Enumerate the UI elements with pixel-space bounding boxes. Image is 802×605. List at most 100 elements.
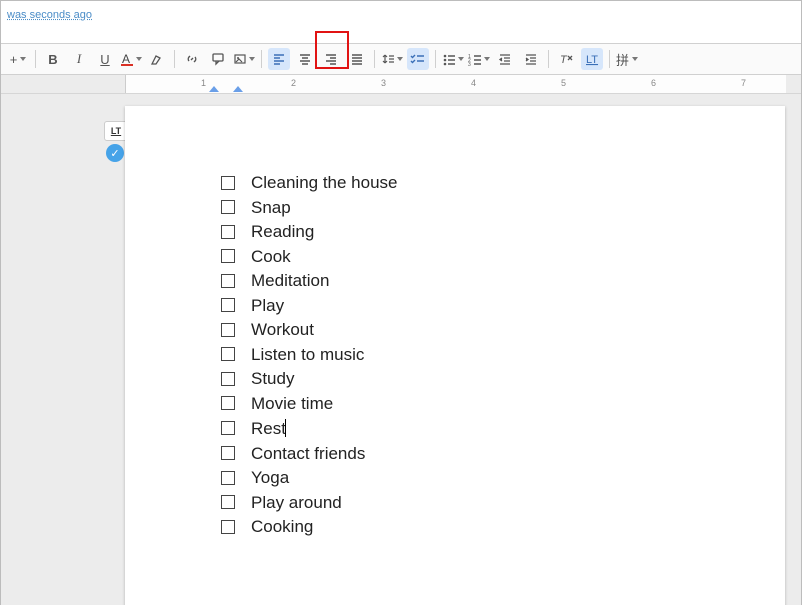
bold-button[interactable]: B: [42, 48, 64, 70]
list-item-label[interactable]: Study: [251, 370, 294, 387]
highlighter-icon: [150, 52, 164, 66]
insert-comment-button[interactable]: [207, 48, 229, 70]
list-item[interactable]: Play: [221, 297, 785, 314]
list-item[interactable]: Contact friends: [221, 445, 785, 462]
bulleted-list-button[interactable]: [442, 48, 464, 70]
ruler-tick: 4: [471, 78, 476, 88]
input-method-button[interactable]: 拼: [616, 48, 638, 70]
list-item-label[interactable]: Cleaning the house: [251, 174, 398, 191]
insert-image-button[interactable]: [233, 48, 255, 70]
insert-button[interactable]: +: [7, 48, 29, 70]
character-formatting-button[interactable]: LT: [581, 48, 603, 70]
numbered-list-button[interactable]: 123: [468, 48, 490, 70]
align-left-icon: [272, 52, 286, 66]
checkbox-icon[interactable]: [221, 396, 235, 410]
list-item[interactable]: Rest: [221, 419, 785, 437]
checkbox-icon[interactable]: [221, 347, 235, 361]
numbered-list-icon: 123: [468, 52, 481, 66]
list-item[interactable]: Reading: [221, 223, 785, 240]
toolbar-separator: [548, 50, 549, 68]
list-item[interactable]: Meditation: [221, 272, 785, 289]
list-item[interactable]: Listen to music: [221, 346, 785, 363]
underline-button[interactable]: U: [94, 48, 116, 70]
list-item[interactable]: Play around: [221, 494, 785, 511]
ruler-tick: 3: [381, 78, 386, 88]
link-icon: [185, 52, 199, 66]
checkbox-icon[interactable]: [221, 471, 235, 485]
list-item-label[interactable]: Workout: [251, 321, 314, 338]
checkbox-icon[interactable]: [221, 520, 235, 534]
list-item[interactable]: Cook: [221, 248, 785, 265]
list-item-label[interactable]: Movie time: [251, 395, 333, 412]
toolbar-separator: [374, 50, 375, 68]
svg-text:3: 3: [468, 62, 471, 66]
text-color-icon: A: [120, 52, 133, 66]
list-item-label[interactable]: Reading: [251, 223, 314, 240]
align-justify-icon: [350, 52, 364, 66]
checkbox-icon[interactable]: [221, 249, 235, 263]
align-right-icon: [324, 52, 338, 66]
list-item-label[interactable]: Contact friends: [251, 445, 365, 462]
list-item-label[interactable]: Play around: [251, 494, 342, 511]
list-item-label[interactable]: Cooking: [251, 518, 313, 535]
list-item[interactable]: Workout: [221, 321, 785, 338]
bulleted-list-icon: [442, 52, 455, 66]
list-item[interactable]: Cooking: [221, 518, 785, 535]
list-item[interactable]: Cleaning the house: [221, 174, 785, 191]
align-center-icon: [298, 52, 312, 66]
list-item[interactable]: Yoga: [221, 469, 785, 486]
ruler-tick: 1: [201, 78, 206, 88]
italic-button[interactable]: I: [68, 48, 90, 70]
text-color-button[interactable]: A: [120, 48, 142, 70]
ruler-tick: 6: [651, 78, 656, 88]
highlight-color-button[interactable]: [146, 48, 168, 70]
checkbox-icon[interactable]: [221, 225, 235, 239]
checkbox-icon[interactable]: [221, 176, 235, 190]
line-spacing-button[interactable]: [381, 48, 403, 70]
toolbar-separator: [609, 50, 610, 68]
decrease-indent-icon: [498, 52, 512, 66]
clear-formatting-button[interactable]: T: [555, 48, 577, 70]
toolbar-separator: [261, 50, 262, 68]
list-item-label[interactable]: Yoga: [251, 469, 289, 486]
list-item-label[interactable]: Listen to music: [251, 346, 364, 363]
align-center-button[interactable]: [294, 48, 316, 70]
decrease-indent-button[interactable]: [494, 48, 516, 70]
checkbox-icon[interactable]: [221, 372, 235, 386]
checkbox-icon[interactable]: [221, 298, 235, 312]
character-formatting-icon: LT: [584, 52, 600, 66]
document-page[interactable]: Cleaning the house Snap Reading Cook Meditat…: [125, 106, 785, 605]
ruler-tick: 2: [291, 78, 296, 88]
check-icon: ✓: [106, 144, 124, 162]
list-item[interactable]: Study: [221, 370, 785, 387]
ruler-tick: 7: [741, 78, 746, 88]
list-item[interactable]: Movie time: [221, 395, 785, 412]
list-item[interactable]: Snap: [221, 199, 785, 216]
checkbox-icon[interactable]: [221, 274, 235, 288]
horizontal-ruler[interactable]: 1 2 3 4 5 6 7: [1, 75, 801, 94]
checklist[interactable]: Cleaning the house Snap Reading Cook Meditat…: [221, 174, 785, 535]
toolbar-separator: [435, 50, 436, 68]
align-justify-button[interactable]: [346, 48, 368, 70]
increase-indent-button[interactable]: [520, 48, 542, 70]
language-tool-badge[interactable]: LT ✓: [104, 121, 126, 162]
checklist-button[interactable]: [407, 48, 429, 70]
document-workspace: LT ✓ Cleaning the house Snap Reading Cook Me…: [1, 94, 801, 605]
insert-link-button[interactable]: [181, 48, 203, 70]
align-left-button[interactable]: [268, 48, 290, 70]
formatting-toolbar: + B I U A: [1, 43, 801, 75]
list-item-label[interactable]: Play: [251, 297, 284, 314]
last-edit-status[interactable]: was seconds ago: [1, 1, 801, 43]
align-right-button[interactable]: [320, 48, 342, 70]
list-item-label[interactable]: Rest: [251, 420, 286, 437]
checkbox-icon[interactable]: [221, 200, 235, 214]
checkbox-icon[interactable]: [221, 495, 235, 509]
line-spacing-icon: [381, 52, 394, 66]
checkbox-icon[interactable]: [221, 421, 235, 435]
list-item-label[interactable]: Cook: [251, 248, 291, 265]
list-item-label[interactable]: Meditation: [251, 272, 329, 289]
list-item-label[interactable]: Snap: [251, 199, 291, 216]
comment-icon: [211, 52, 225, 66]
checkbox-icon[interactable]: [221, 446, 235, 460]
checkbox-icon[interactable]: [221, 323, 235, 337]
